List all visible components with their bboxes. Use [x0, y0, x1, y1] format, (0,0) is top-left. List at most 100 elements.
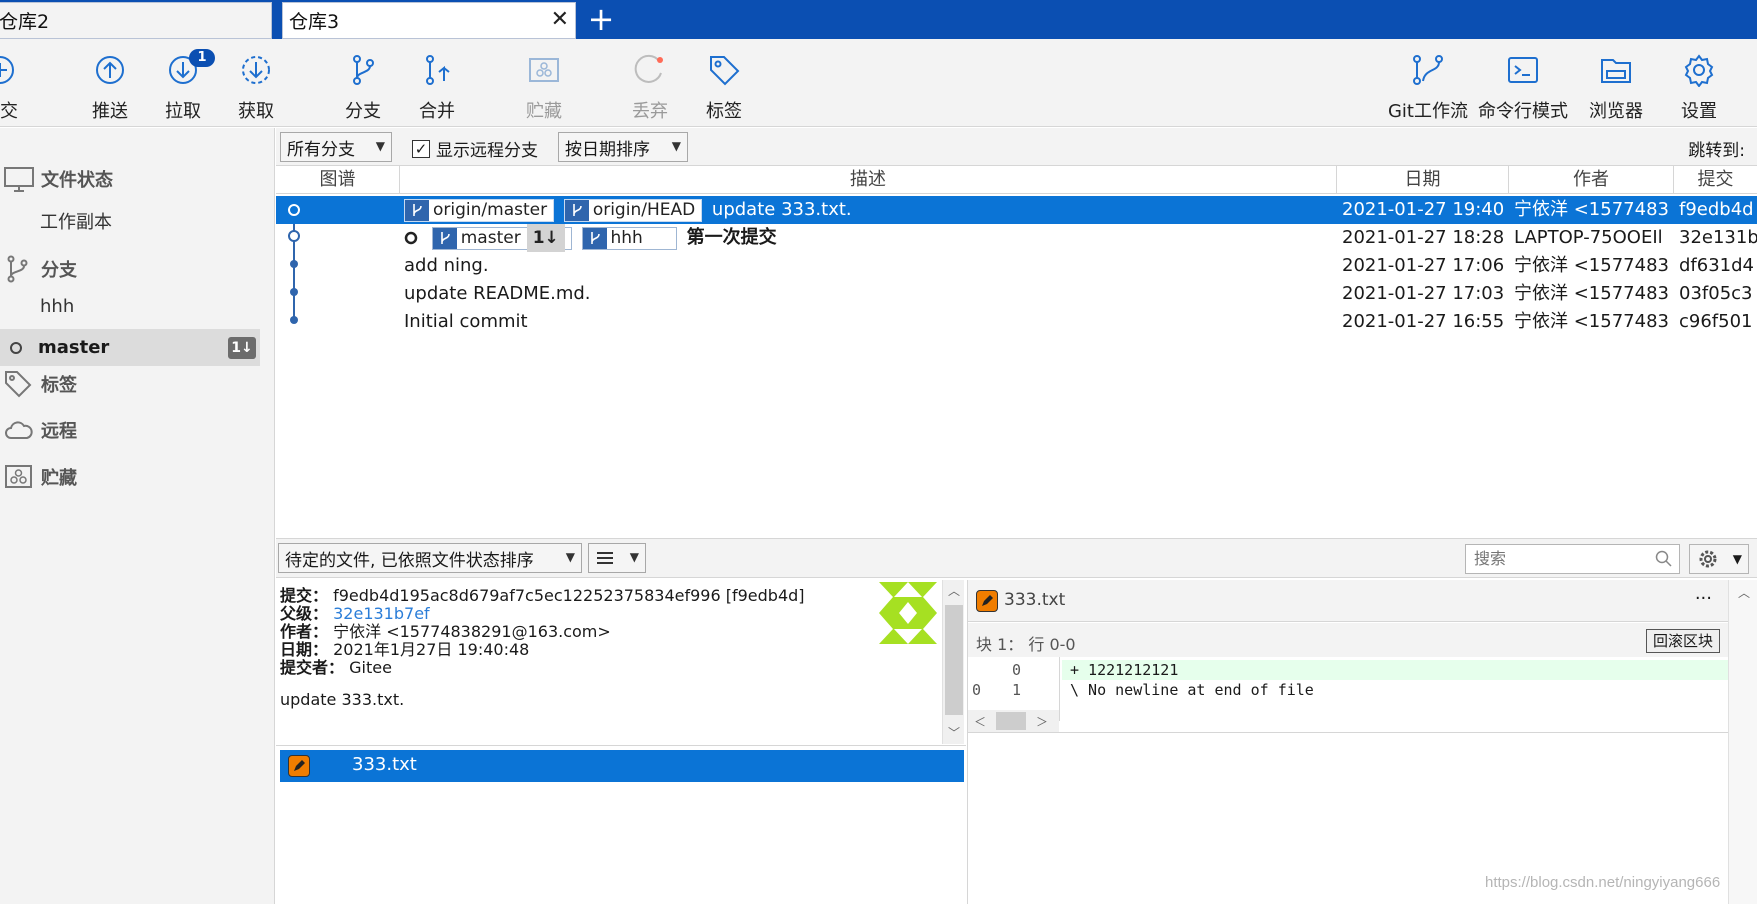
- search-input[interactable]: [1474, 549, 1644, 568]
- merge-label: 合并: [419, 101, 455, 122]
- revert-hunk-button[interactable]: 回滚区块: [1645, 629, 1720, 653]
- main-toolbar: 提交 推送 1 拉取 获取 分支 合并 贮藏 丢弃 标签 Git工作流 命令行模…: [0, 39, 1757, 127]
- list-item[interactable]: 333.txt: [280, 750, 964, 782]
- terminal-button[interactable]: 命令行模式: [1478, 53, 1568, 123]
- commit-author: LAPTOP-75OOEIl: [1514, 227, 1663, 248]
- branch-tag-label: hhh: [610, 228, 643, 248]
- scroll-down-icon[interactable]: ﹀: [948, 724, 960, 741]
- sidebar-item-branches[interactable]: 分支: [4, 254, 77, 284]
- tab-label: 仓库2: [0, 11, 50, 33]
- commit-author: 宁依洋 <1577483: [1514, 199, 1669, 220]
- table-row[interactable]: Initial commit 2021-01-27 16:55 宁依洋 <157…: [276, 308, 1757, 336]
- commit-date: 2021-01-27 18:28: [1342, 227, 1505, 248]
- sidebar-item-label: 贮藏: [41, 468, 77, 489]
- sidebar-item-branch-hhh[interactable]: hhh: [40, 296, 74, 317]
- branch-icon: [353, 55, 374, 85]
- scroll-up-icon[interactable]: ︿: [948, 582, 960, 599]
- git-flow-label: Git工作流: [1387, 101, 1468, 122]
- table-row[interactable]: update README.md. 2021-01-27 17:03 宁依洋 <…: [276, 280, 1757, 308]
- column-commit[interactable]: 提交: [1674, 166, 1757, 194]
- tab-label: 仓库3: [289, 11, 340, 33]
- show-remote-checkbox[interactable]: ✓ 显示远程分支: [412, 136, 538, 161]
- commit-button[interactable]: 提交: [0, 53, 40, 123]
- discard-label: 丢弃: [632, 101, 668, 122]
- tab-repo3[interactable]: 仓库3 ✕: [282, 2, 576, 39]
- sidebar-item-tags[interactable]: 标签: [4, 369, 77, 399]
- commit-hash: c96f501: [1679, 311, 1753, 332]
- hunk-label: 块 1： 行 0-0: [976, 635, 1076, 654]
- stash-icon: [529, 58, 559, 82]
- push-label: 推送: [92, 101, 128, 122]
- table-row[interactable]: add ning. 2021-01-27 17:06 宁依洋 <1577483 …: [276, 252, 1757, 280]
- view-mode-dropdown[interactable]: ▼: [588, 543, 646, 573]
- merge-button[interactable]: 合并: [397, 53, 477, 123]
- scroll-up-icon[interactable]: ︿: [1738, 584, 1750, 601]
- table-row[interactable]: master 1↓ hhh 第一次提交 2021-01-27 18:28 LAPT…: [276, 224, 1757, 252]
- sidebar-item-branch-master[interactable]: master 1↓: [0, 329, 260, 366]
- search-field[interactable]: [1465, 544, 1680, 574]
- column-description[interactable]: 描述: [400, 166, 1337, 194]
- branch-filter-dropdown[interactable]: 所有分支 ▼: [280, 132, 392, 162]
- close-tab-icon[interactable]: ✕: [551, 9, 569, 31]
- sidebar-item-working-copy[interactable]: 工作副本: [40, 208, 112, 234]
- pull-button[interactable]: 1 拉取: [143, 49, 223, 123]
- details-scrollbar[interactable]: ︿ ﹀: [942, 580, 964, 744]
- file-options-dropdown[interactable]: ▼: [1689, 544, 1749, 574]
- fetch-button[interactable]: 获取: [216, 53, 296, 123]
- commit-hash: 03f05c3: [1679, 283, 1753, 304]
- gutter-scrollbar[interactable]: ＜ ＞: [968, 710, 1059, 732]
- stash-button[interactable]: 贮藏: [504, 53, 584, 123]
- file-name: 333.txt: [352, 754, 417, 775]
- sidebar-item-remotes[interactable]: 远程: [4, 415, 77, 445]
- scroll-left-icon[interactable]: ＜: [974, 713, 986, 730]
- column-date[interactable]: 日期: [1337, 166, 1509, 194]
- folder-icon: [1601, 59, 1631, 83]
- branch-icon: [413, 204, 422, 216]
- sidebar-item-stashes[interactable]: 贮藏: [4, 462, 77, 492]
- branch-tag-label: origin/master: [433, 200, 548, 220]
- detail-value: Gitee: [349, 658, 392, 677]
- scrollbar-thumb[interactable]: [945, 605, 963, 715]
- sidebar-item-file-status[interactable]: 文件状态: [4, 164, 113, 194]
- search-icon: [1655, 550, 1672, 567]
- column-author[interactable]: 作者: [1509, 166, 1674, 194]
- scroll-right-icon[interactable]: ＞: [1036, 713, 1048, 730]
- commit-message: 第一次提交: [686, 227, 777, 248]
- sidebar-item-label: 标签: [41, 375, 77, 396]
- fetch-label: 获取: [238, 101, 274, 122]
- stash-icon: [5, 465, 32, 488]
- tag-icon: [710, 56, 740, 86]
- push-icon: [96, 56, 124, 84]
- jump-to-label[interactable]: 跳转到:: [1688, 136, 1745, 161]
- scrollbar-thumb[interactable]: [996, 712, 1026, 730]
- fetch-icon: [242, 56, 270, 84]
- show-remote-label: 显示远程分支: [436, 141, 538, 161]
- commit-hash: df631d4: [1679, 255, 1754, 276]
- tag-button[interactable]: 标签: [684, 53, 764, 123]
- tab-repo2[interactable]: 仓库2: [0, 2, 272, 39]
- diff-scrollbar[interactable]: ︿: [1728, 580, 1757, 904]
- git-flow-button[interactable]: Git工作流: [1383, 53, 1473, 123]
- push-button[interactable]: 推送: [70, 53, 150, 123]
- chevron-down-icon: ▼: [671, 139, 681, 153]
- commit-hash: f9edb4d: [1679, 199, 1754, 220]
- column-graph[interactable]: 图谱: [276, 166, 400, 194]
- filter-bar: 所有分支 ▼ ✓ 显示远程分支 按日期排序 ▼ 跳转到:: [276, 128, 1757, 166]
- discard-button[interactable]: 丢弃: [610, 53, 690, 123]
- commit-icon: [0, 56, 14, 84]
- branch-button[interactable]: 分支: [323, 53, 403, 123]
- new-tab-button[interactable]: +: [586, 3, 616, 35]
- behind-count-badge: 1↓: [526, 224, 565, 252]
- diff-header: 333.txt ···: [968, 580, 1728, 622]
- explorer-button[interactable]: 浏览器: [1576, 53, 1656, 123]
- pending-files-sort-value: 待定的文件, 已依照文件状态排序: [285, 550, 534, 571]
- settings-button[interactable]: 设置: [1659, 53, 1739, 123]
- merge-icon: [426, 55, 450, 85]
- pending-files-sort-dropdown[interactable]: 待定的文件, 已依照文件状态排序 ▼: [278, 543, 582, 573]
- monitor-icon: [4, 167, 34, 192]
- diff-line: 0 1 \ No newline at end of file: [968, 680, 1728, 700]
- table-row[interactable]: origin/master origin/HEAD update 333.txt…: [276, 196, 1757, 224]
- sort-dropdown[interactable]: 按日期排序 ▼: [558, 132, 688, 162]
- chevron-down-icon: ▼: [1732, 552, 1742, 566]
- more-options-icon[interactable]: ···: [1695, 588, 1712, 609]
